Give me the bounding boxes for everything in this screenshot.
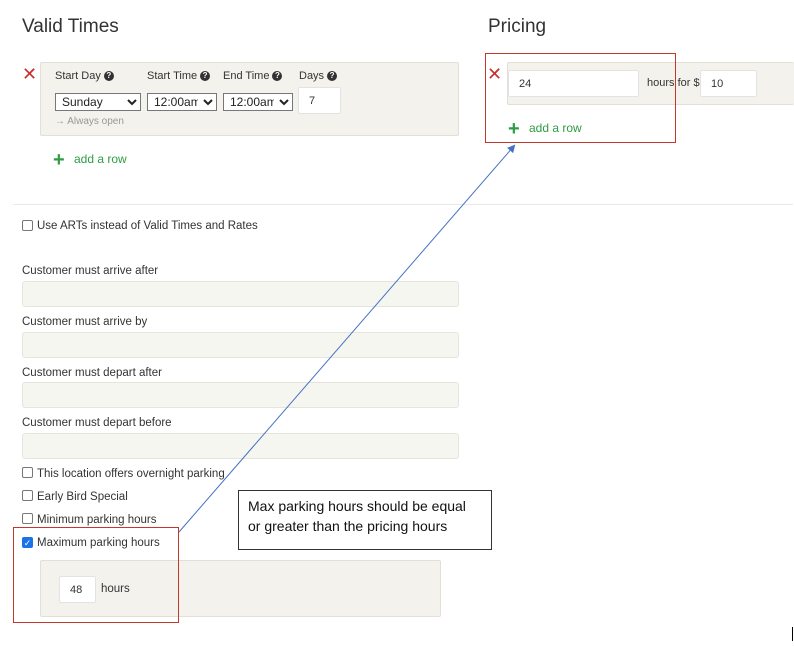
remove-row-icon[interactable]: ✕ xyxy=(22,65,37,83)
overnight-checkbox[interactable] xyxy=(22,467,33,478)
start-day-label: Start Day? xyxy=(55,70,114,82)
help-icon[interactable]: ? xyxy=(272,71,283,82)
use-arts-checkbox[interactable] xyxy=(22,220,33,231)
start-time-label: Start Time? xyxy=(147,70,211,82)
text-cursor xyxy=(792,627,793,641)
depart-after-input[interactable] xyxy=(22,382,459,408)
pricing-price-input[interactable]: 10 xyxy=(700,70,757,97)
days-label: Days? xyxy=(299,70,338,82)
arrive-by-label: Customer must arrive by xyxy=(22,316,148,328)
arrive-by-input[interactable] xyxy=(22,332,459,358)
valid-time-row: Start Day? Start Time? End Time? Days? S… xyxy=(40,62,459,136)
max-hours-highlight-box xyxy=(13,527,179,623)
early-bird-label: Early Bird Special xyxy=(37,491,128,503)
depart-after-label: Customer must depart after xyxy=(22,367,162,379)
pricing-heading: Pricing xyxy=(488,16,547,37)
section-divider xyxy=(13,204,793,205)
add-row-plus-icon[interactable]: + xyxy=(53,150,65,170)
early-bird-checkbox[interactable] xyxy=(22,490,33,501)
min-hours-checkbox[interactable] xyxy=(22,513,33,524)
help-icon[interactable]: ? xyxy=(103,71,114,82)
min-hours-label: Minimum parking hours xyxy=(37,514,157,526)
arrive-after-label: Customer must arrive after xyxy=(22,265,159,277)
start-day-select[interactable]: Sunday xyxy=(55,93,141,111)
help-icon[interactable]: ? xyxy=(327,71,338,82)
pricing-highlight-box xyxy=(485,53,676,143)
add-valid-time-row-link[interactable]: add a row xyxy=(74,152,127,166)
use-arts-label: Use ARTs instead of Valid Times and Rate… xyxy=(37,220,258,232)
overnight-label: This location offers overnight parking xyxy=(37,468,225,480)
start-time-select[interactable]: 12:00am xyxy=(147,93,217,111)
end-time-label: End Time? xyxy=(223,70,283,82)
always-open-note: → Always open xyxy=(55,116,124,127)
end-time-select[interactable]: 12:00am xyxy=(223,93,293,111)
valid-times-heading: Valid Times xyxy=(22,16,119,37)
annotation-callout: Max parking hours should be equal or gre… xyxy=(238,490,492,550)
help-icon[interactable]: ? xyxy=(200,71,211,82)
arrive-after-input[interactable] xyxy=(22,281,459,307)
depart-before-input[interactable] xyxy=(22,433,459,459)
days-input[interactable]: 7 xyxy=(298,87,341,114)
depart-before-label: Customer must depart before xyxy=(22,417,172,429)
